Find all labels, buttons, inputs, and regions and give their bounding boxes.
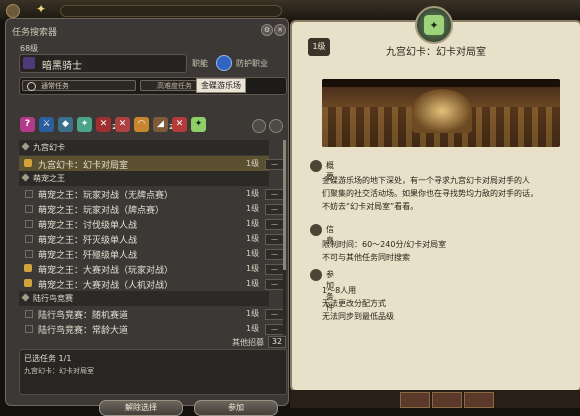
settings-icon[interactable]: ⚙ bbox=[261, 24, 273, 36]
collapse-icon bbox=[21, 293, 30, 302]
duty-title: 九宫幻卡：幻卡对局室 bbox=[386, 47, 486, 58]
category-header[interactable]: 陆行鸟竞赛 bbox=[19, 291, 269, 306]
gold-saucer-crest-icon: ✦ bbox=[415, 6, 453, 44]
duty-row[interactable]: 陆行鸟竞赛：常龄大道 1级 — bbox=[19, 321, 284, 336]
role-name: 防护职业 bbox=[236, 59, 268, 68]
duty-list: 九宫幻卡 九宫幻卡：幻卡对局室 1级 — 萌宠之王 萌宠之王：玩家对战（无牌点赛） 1… bbox=[19, 140, 284, 338]
tank-role-icon bbox=[216, 55, 232, 71]
hotbar-slot[interactable] bbox=[432, 392, 462, 408]
gold-saucer-icon[interactable]: ✦ bbox=[191, 117, 206, 132]
dark-knight-job-icon bbox=[23, 57, 35, 69]
selected-duty-item: 九宫幻卡：幻卡对局室 bbox=[24, 367, 94, 375]
duty-row[interactable]: 九宫幻卡：幻卡对局室 1级 — bbox=[19, 156, 284, 171]
duty-row[interactable]: 萌宠之王：玩家对战（无牌点赛） 1级 — bbox=[19, 186, 284, 201]
category-header[interactable]: 九宫幻卡 bbox=[19, 140, 269, 155]
gear-icon[interactable] bbox=[6, 4, 20, 18]
hotbar-strip bbox=[290, 390, 580, 408]
job-name: 暗黑骑士 bbox=[42, 61, 82, 72]
info-bullet-icon bbox=[310, 224, 322, 236]
info-bullet-icon bbox=[310, 269, 322, 281]
scrollbar-thumb[interactable] bbox=[283, 140, 286, 270]
duty-row[interactable]: 萌宠之王：大赛对战（玩家对战） 1级 — bbox=[19, 261, 284, 276]
info-bullet-icon bbox=[310, 160, 322, 172]
checkbox-icon[interactable] bbox=[25, 220, 33, 228]
duty-type-label: 通常任务 bbox=[41, 82, 69, 90]
collapse-icon bbox=[21, 173, 30, 182]
overview-text: 金碟游乐场的地下深处，有一个寻求九宫幻卡对局对手的人 们聚集的社交活动场。如果你… bbox=[322, 176, 538, 211]
other-recruit-count: 32 bbox=[268, 336, 286, 348]
category-header[interactable]: 萌宠之王 bbox=[19, 171, 269, 186]
job-display: 暗黑骑士 bbox=[19, 54, 187, 73]
role-label: 职能 bbox=[192, 59, 208, 68]
hud-gauge bbox=[60, 5, 282, 17]
raid-icon[interactable]: ✕2 bbox=[96, 117, 117, 132]
lock-icon bbox=[24, 264, 32, 272]
duty-detail-panel: 1级 九宫幻卡：幻卡对局室 概要 金碟游乐场的地下深处，有一个寻求九宫幻卡对局对… bbox=[290, 20, 580, 392]
top-hud-bar: ✦ bbox=[0, 0, 580, 20]
star-icon[interactable]: ✦ bbox=[36, 2, 46, 16]
treasure-icon[interactable]: ✕ bbox=[172, 117, 187, 132]
duty-row[interactable]: 萌宠之王：歼灭级单人战 1级 — bbox=[19, 231, 284, 246]
conditions-text: 1～8人用 无法更改分配方式 无法同步到最低品级 bbox=[322, 286, 394, 321]
duty-row[interactable]: 萌宠之王：玩家对战（牌点赛） 1级 — bbox=[19, 201, 284, 216]
join-party-icon[interactable] bbox=[252, 119, 266, 133]
selected-count: 已选任务 1/1 bbox=[24, 354, 72, 363]
checkbox-icon[interactable] bbox=[25, 235, 33, 243]
duty-row[interactable]: 陆行鸟竞赛：随机赛道 1级 — bbox=[19, 306, 284, 321]
duty-row[interactable]: 萌宠之王：歼殛级单人战 1级 — bbox=[19, 246, 284, 261]
refresh-icon[interactable] bbox=[269, 119, 283, 133]
checkbox-icon[interactable] bbox=[25, 250, 33, 258]
checkbox-checked-icon[interactable] bbox=[24, 159, 32, 167]
close-icon[interactable]: ✕ bbox=[274, 24, 286, 36]
info-text: 限制时间：60～240分/幻卡对局室 不可与其他任务同时搜索 bbox=[322, 240, 447, 262]
duty-finder-panel: 任务搜索器 ⚙ ✕ 68级 暗黑骑士 职能 防护职业 通常任务 高难度任务 金碟… bbox=[5, 18, 289, 416]
dungeon-icon[interactable]: ⚔ bbox=[39, 117, 54, 132]
job-level: 68级 bbox=[20, 44, 39, 53]
clear-selection-button[interactable]: 解除选择 bbox=[99, 400, 183, 416]
tooltip: 金碟游乐场 bbox=[196, 78, 246, 93]
list-scrollbar[interactable] bbox=[283, 140, 286, 335]
filter-bar: 通常任务 高难度任务 金碟游乐场 bbox=[19, 77, 287, 95]
checkbox-icon[interactable] bbox=[25, 310, 33, 318]
duty-row[interactable]: 萌宠之王：大赛对战（人机对战） 1级 — bbox=[19, 276, 284, 291]
search-icon bbox=[27, 82, 36, 91]
selected-duties-box: 已选任务 1/1 九宫幻卡：幻卡对局室 bbox=[19, 349, 287, 395]
roulette-icon[interactable]: ? bbox=[20, 117, 35, 132]
duty-row[interactable]: 萌宠之王：讨伐级单人战 1级 — bbox=[19, 216, 284, 231]
guildhest-icon[interactable]: ◆ bbox=[58, 117, 73, 132]
difficulty-label: 高难度任务 bbox=[157, 82, 192, 90]
hotbar-slot[interactable] bbox=[400, 392, 430, 408]
duty-type-dropdown[interactable]: 通常任务 bbox=[22, 80, 136, 91]
lock-icon bbox=[24, 279, 32, 287]
collapse-icon bbox=[21, 142, 30, 151]
fates-icon[interactable]: ◢2 bbox=[153, 117, 174, 132]
trial-icon[interactable]: ✦ bbox=[77, 117, 92, 132]
other-recruit-label: 其他招募 bbox=[232, 338, 264, 347]
checkbox-icon[interactable] bbox=[25, 190, 33, 198]
pvp-icon[interactable]: ✕ bbox=[115, 117, 130, 132]
join-button[interactable]: 参加 bbox=[194, 400, 278, 416]
quest-battle-icon[interactable]: ◠ bbox=[134, 117, 149, 132]
panel-title: 任务搜索器 bbox=[12, 28, 58, 38]
checkbox-icon[interactable] bbox=[25, 325, 33, 333]
checkbox-icon[interactable] bbox=[25, 205, 33, 213]
duty-preview-image bbox=[322, 79, 560, 147]
hotbar-slot[interactable] bbox=[464, 392, 494, 408]
